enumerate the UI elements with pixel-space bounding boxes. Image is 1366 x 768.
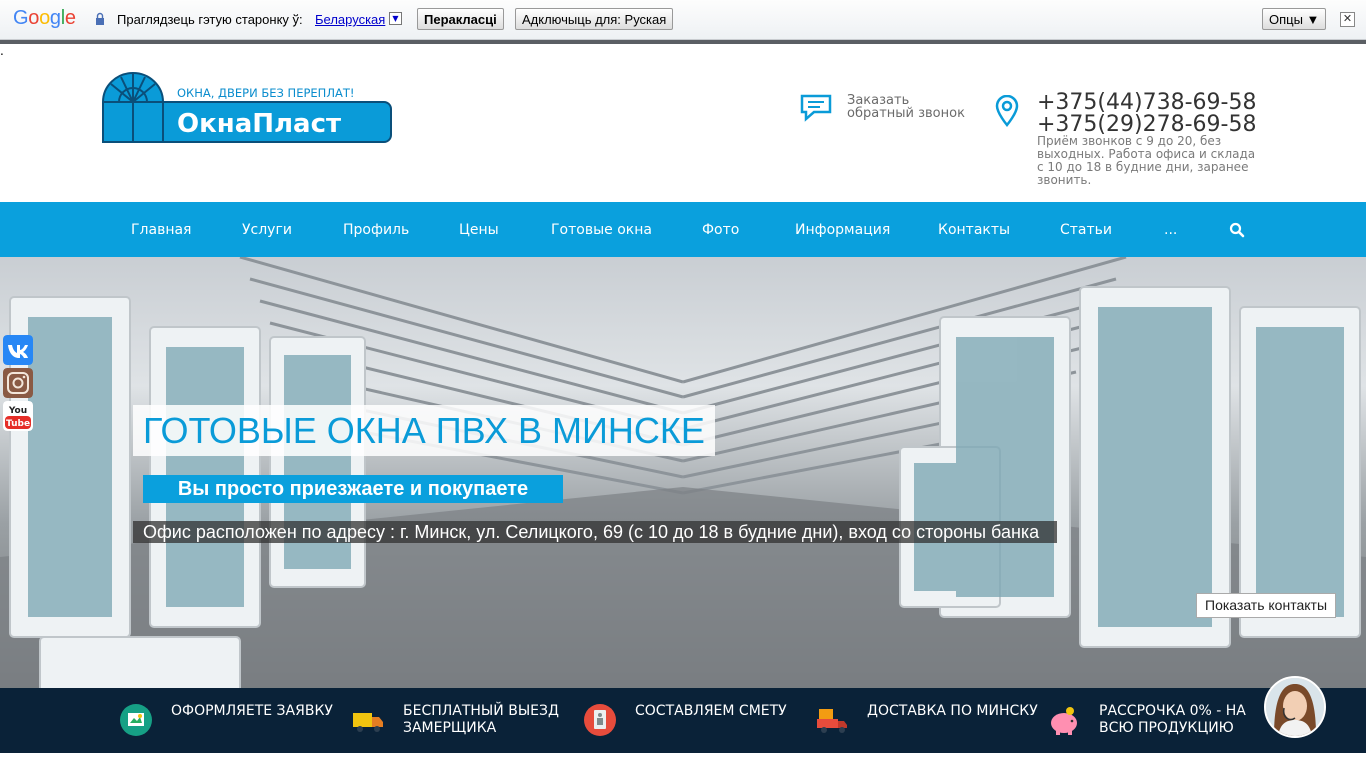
nav-item-photo[interactable]: Фото: [702, 222, 739, 238]
translate-bar-shadow: [0, 40, 1366, 44]
location-pin-icon: [995, 95, 1019, 127]
close-icon[interactable]: ✕: [1340, 12, 1355, 27]
consultant-photo: [1266, 678, 1324, 736]
nav-item-profile[interactable]: Профиль: [343, 222, 409, 238]
youtube-icon[interactable]: You Tube: [3, 401, 33, 431]
phone-2[interactable]: +375(29)278-69-58: [1037, 114, 1256, 136]
feature-free-measure: БЕСПЛАТНЫЙ ВЫЕЗД ЗАМЕРЩИКА: [403, 703, 559, 736]
main-navigation: Главная Услуги Профиль Цены Готовые окна…: [0, 202, 1366, 257]
piggy-bank-icon: [1051, 707, 1077, 735]
delivery-icon: [817, 709, 847, 733]
stray-dot: .: [0, 44, 4, 58]
instagram-icon[interactable]: [3, 368, 33, 398]
feature-estimate: СОСТАВЛЯЕМ СМЕТУ: [635, 703, 787, 719]
lock-icon: [96, 12, 104, 25]
office-address: Офис расположен по адресу : г. Минск, ул…: [133, 521, 1057, 543]
svg-text:ОкнаПласт: ОкнаПласт: [177, 109, 341, 139]
working-hours: Приём звонков с 9 до 20, без выходных. Р…: [1037, 134, 1256, 187]
nav-item-prices[interactable]: Цены: [459, 222, 499, 238]
callback-label[interactable]: Заказать обратный звонок: [847, 94, 977, 120]
chat-icon: [800, 94, 832, 122]
feature-delivery: ДОСТАВКА ПО МИНСКУ: [867, 703, 1038, 719]
hero-banner: ГОТОВЫЕ ОКНА ПВХ В МИНСКЕ Вы просто прие…: [0, 257, 1366, 688]
nav-item-ready-windows[interactable]: Готовые окна: [551, 222, 652, 238]
application-icon: [120, 704, 152, 736]
google-logo: Google: [13, 7, 76, 29]
nav-item-contacts[interactable]: Контакты: [938, 222, 1010, 238]
disable-translate-button[interactable]: Адключыць для: Руская: [515, 8, 674, 30]
chat-consultant-avatar[interactable]: [1264, 676, 1326, 738]
options-button[interactable]: Опцы ▼: [1262, 8, 1327, 30]
site-logo[interactable]: ОКНА, ДВЕРИ БЕЗ ПЕРЕПЛАТ! ОкнаПласт: [101, 72, 393, 146]
vk-icon[interactable]: [3, 335, 33, 365]
nav-item-home[interactable]: Главная: [131, 222, 191, 238]
language-select[interactable]: Беларуская: [315, 12, 385, 27]
nav-item-more[interactable]: ...: [1164, 222, 1177, 238]
estimate-icon: [584, 704, 616, 736]
svg-text:You: You: [8, 406, 27, 416]
nav-item-services[interactable]: Услуги: [242, 222, 292, 238]
features-band: ОФОРМЛЯЕТЕ ЗАЯВКУ БЕСПЛАТНЫЙ ВЫЕЗД ЗАМЕР…: [0, 688, 1366, 753]
show-contacts-button[interactable]: Показать контакты: [1196, 593, 1337, 618]
hero-subtitle: Вы просто приезжаете и покупаете: [143, 475, 563, 503]
nav-item-articles[interactable]: Статьи: [1060, 222, 1112, 238]
chevron-down-icon[interactable]: ▼: [389, 12, 402, 25]
translate-prompt: Праглядзець гэтую старонку ў:: [117, 12, 303, 27]
feature-application: ОФОРМЛЯЕТЕ ЗАЯВКУ: [171, 703, 333, 719]
truck-icon: [353, 713, 383, 732]
translate-bar: Google Праглядзець гэтую старонку ў: Бел…: [0, 0, 1366, 40]
hero-photo: [0, 257, 1366, 688]
search-icon[interactable]: [1229, 222, 1245, 238]
svg-text:Tube: Tube: [6, 419, 30, 429]
feature-installment: РАССРОЧКА 0% - НА ВСЮ ПРОДУКЦИЮ: [1099, 703, 1246, 736]
callback-line2: обратный звонок: [847, 106, 965, 121]
nav-item-info[interactable]: Информация: [795, 222, 890, 238]
translate-button[interactable]: Перакласці: [417, 8, 504, 30]
svg-text:ОКНА, ДВЕРИ БЕЗ ПЕРЕПЛАТ!: ОКНА, ДВЕРИ БЕЗ ПЕРЕПЛАТ!: [177, 86, 354, 100]
phone-1[interactable]: +375(44)738-69-58: [1037, 92, 1256, 114]
hero-title: ГОТОВЫЕ ОКНА ПВХ В МИНСКЕ: [133, 405, 715, 456]
